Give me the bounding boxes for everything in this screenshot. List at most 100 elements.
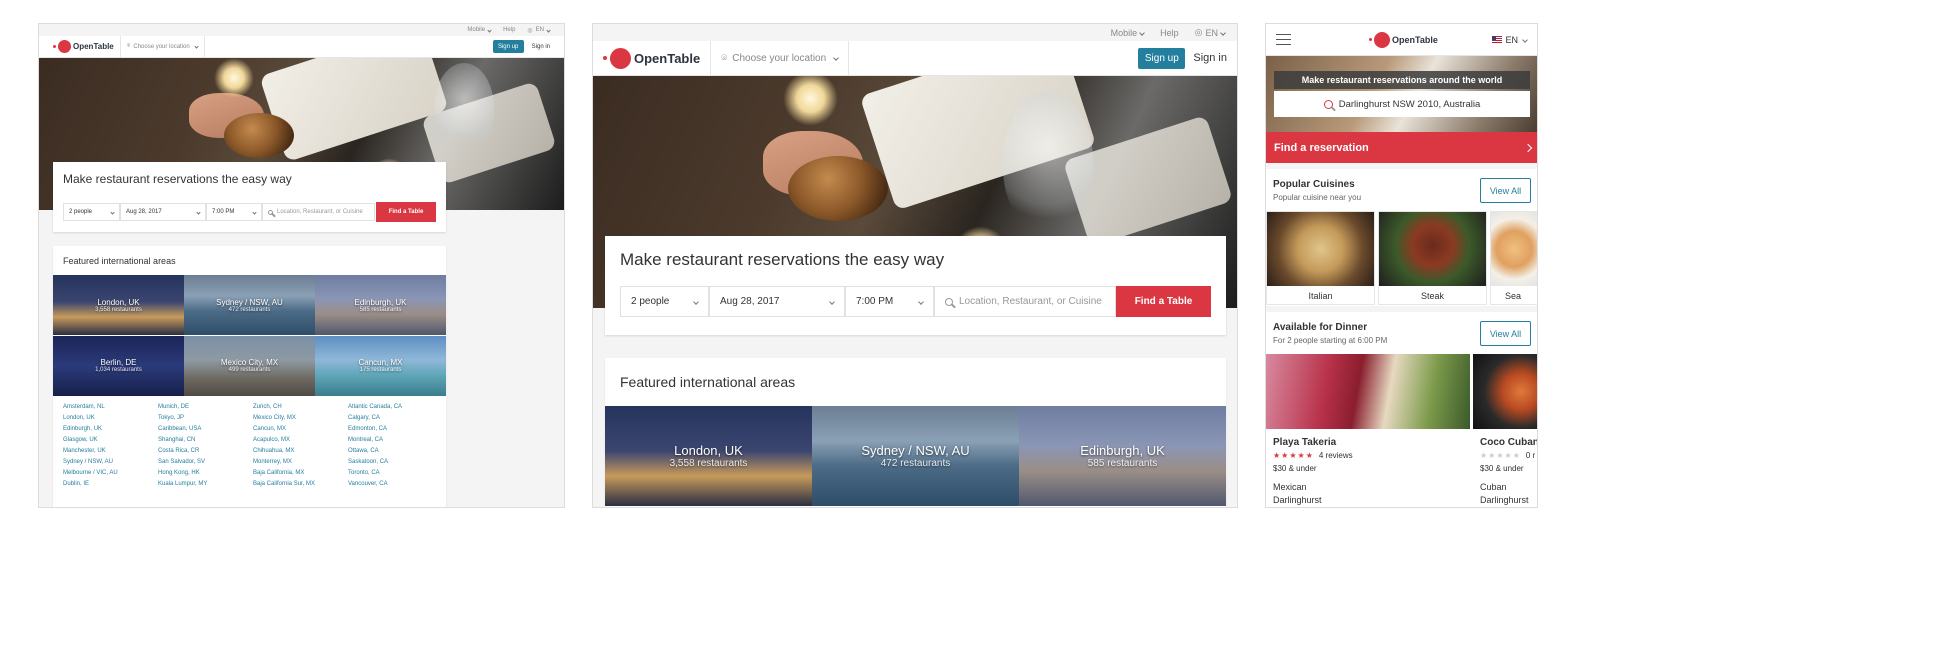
cuisine-image: [1491, 212, 1537, 286]
area-link[interactable]: Edinburgh, UK: [63, 426, 158, 432]
area-link[interactable]: Vancouver, CA: [348, 481, 443, 487]
area-link[interactable]: Toronto, CA: [348, 470, 443, 476]
area-link[interactable]: Munich, DE: [158, 404, 253, 410]
logo[interactable]: OpenTable: [1369, 31, 1438, 48]
globe-icon: ◎: [1194, 27, 1203, 37]
area-tile[interactable]: Edinburgh, UK 585 restaurants: [1019, 406, 1226, 506]
signup-button[interactable]: Sign up: [1138, 47, 1186, 69]
time-select[interactable]: 7:00 PM: [845, 286, 934, 317]
search-headline: Make restaurant reservations the easy wa…: [63, 172, 292, 186]
area-link[interactable]: Acapulco, MX: [253, 437, 348, 443]
mobile-header: OpenTable EN: [1266, 24, 1537, 56]
available-for-dinner: Available for Dinner For 2 people starti…: [1266, 312, 1537, 507]
cuisine-card[interactable]: Sea: [1490, 211, 1537, 305]
logo-dot-icon: [603, 56, 607, 60]
area-link[interactable]: Caribbean, USA: [158, 426, 253, 432]
area-link[interactable]: Baja California Sur, MX: [253, 481, 348, 487]
area-link[interactable]: Manchester, UK: [63, 448, 158, 454]
area-link[interactable]: Cancun, MX: [253, 426, 348, 432]
area-link[interactable]: Calgary, CA: [348, 415, 443, 421]
area-link[interactable]: Saskatoon, CA: [348, 459, 443, 465]
find-table-button[interactable]: Find a Table: [376, 202, 436, 222]
utility-bar: Mobile Help ◎ EN: [39, 24, 564, 36]
restaurant-card[interactable]: Playa Takeria ★★★★★ 4 reviews $30 & unde…: [1266, 354, 1470, 507]
area-link[interactable]: Edmonton, CA: [348, 426, 443, 432]
search-input[interactable]: Location, Restaurant, or Cuisine: [934, 286, 1116, 317]
area-link[interactable]: Shanghai, CN: [158, 437, 253, 443]
restaurant-card[interactable]: Coco Cubano ★★★★★ 0 r $30 & under Cuban …: [1473, 354, 1537, 507]
search-card: Make restaurant reservations the easy wa…: [53, 162, 446, 232]
signin-link[interactable]: Sign in: [1193, 52, 1227, 64]
area-link[interactable]: Zurich, CH: [253, 404, 348, 410]
search-icon: [945, 297, 953, 306]
help-link[interactable]: Help: [503, 27, 515, 33]
mobile-hero: Make restaurant reservations around the …: [1266, 56, 1537, 132]
rating-stars: ★★★★★: [1273, 451, 1314, 460]
desktop-large-frame: Mobile Help ◎ EN OpenTable ⌾ Choose your …: [592, 23, 1238, 508]
area-link[interactable]: Monterrey, MX: [253, 459, 348, 465]
view-all-cuisines-button[interactable]: View All: [1480, 178, 1531, 203]
help-link[interactable]: Help: [1160, 28, 1179, 38]
logo-circle-icon: [610, 47, 631, 69]
cuisine-card[interactable]: Italian: [1266, 211, 1375, 305]
area-link[interactable]: Baja California, MX: [253, 470, 348, 476]
party-size-select[interactable]: 2 people: [63, 203, 120, 221]
area-tile[interactable]: London, UK 3,558 restaurants: [605, 406, 812, 506]
area-link[interactable]: Dublin, IE: [63, 481, 158, 487]
area-link[interactable]: London, UK: [63, 415, 158, 421]
view-all-dinner-button[interactable]: View All: [1480, 321, 1531, 346]
mobile-link[interactable]: Mobile: [467, 27, 492, 33]
language-select[interactable]: ◎ EN: [1194, 27, 1226, 38]
location-select[interactable]: ⌾ Choose your location: [119, 36, 205, 57]
signup-button[interactable]: Sign up: [492, 40, 524, 53]
area-link[interactable]: Glasgow, UK: [63, 437, 158, 443]
area-link[interactable]: Melbourne / VIC, AU: [63, 470, 158, 476]
time-select[interactable]: 7:00 PM: [206, 203, 262, 221]
search-input[interactable]: Location, Restaurant, or Cuisine: [262, 203, 375, 221]
language-select[interactable]: EN: [1492, 35, 1528, 45]
cuisine-card[interactable]: Steak: [1378, 211, 1487, 305]
area-link[interactable]: Kuala Lumpur, MY: [158, 481, 253, 487]
area-tile[interactable]: Berlin, DE 1,034 restaurants: [53, 335, 184, 396]
area-tile[interactable]: Cancun, MX 175 restaurants: [315, 335, 446, 396]
party-size-select[interactable]: 2 people: [620, 286, 709, 317]
popular-subtitle: Popular cuisine near you: [1273, 193, 1362, 202]
date-select[interactable]: Aug 28, 2017: [120, 203, 206, 221]
find-reservation-button[interactable]: Find a reservation: [1266, 132, 1537, 163]
area-tile[interactable]: Sydney / NSW, AU 472 restaurants: [812, 406, 1019, 506]
area-link[interactable]: Montreal, CA: [348, 437, 443, 443]
area-tile[interactable]: London, UK 3,558 restaurants: [53, 275, 184, 335]
date-select[interactable]: Aug 28, 2017: [709, 286, 845, 317]
area-link[interactable]: San Salvador, SV: [158, 459, 253, 465]
hamburger-icon[interactable]: [1276, 34, 1291, 45]
area-link[interactable]: Costa Rica, CR: [158, 448, 253, 454]
area-link[interactable]: Atlantic Canada, CA: [348, 404, 443, 410]
area-link[interactable]: Chihuahua, MX: [253, 448, 348, 454]
restaurant-name: Playa Takeria: [1273, 437, 1337, 448]
utility-bar: Mobile Help ◎ EN: [593, 24, 1237, 41]
featured-title: Featured international areas: [620, 374, 796, 390]
area-link[interactable]: Amsterdam, NL: [63, 404, 158, 410]
area-link[interactable]: Mexico City, MX: [253, 415, 348, 421]
area-tile[interactable]: Mexico City, MX 499 restaurants: [184, 335, 315, 396]
top-nav: OpenTable ⌾ Choose your location Sign up…: [39, 36, 564, 58]
featured-grid: London, UK 3,558 restaurants Sydney / NSW…: [605, 406, 1226, 507]
logo-dot-icon: [1369, 38, 1372, 41]
language-select[interactable]: ◎ EN: [527, 27, 551, 34]
area-link[interactable]: Hong Kong, HK: [158, 470, 253, 476]
area-link[interactable]: Tokyo, JP: [158, 415, 253, 421]
flag-icon: [1492, 36, 1503, 43]
area-link[interactable]: Ottawa, CA: [348, 448, 443, 454]
logo[interactable]: OpenTable: [603, 47, 700, 69]
area-tile[interactable]: Sydney / NSW, AU 472 restaurants: [184, 275, 315, 335]
search-icon: [268, 209, 273, 215]
find-table-button[interactable]: Find a Table: [1116, 286, 1211, 317]
area-tile[interactable]: Edinburgh, UK 585 restaurants: [315, 275, 446, 335]
mobile-location-input[interactable]: Darlinghurst NSW 2010, Australia: [1274, 91, 1530, 117]
mobile-link[interactable]: Mobile: [1111, 28, 1145, 38]
area-link[interactable]: Sydney / NSW, AU: [63, 459, 158, 465]
signin-link[interactable]: Sign in: [532, 44, 550, 50]
location-select[interactable]: ⌾ Choose your location: [710, 41, 850, 75]
logo[interactable]: OpenTable: [53, 40, 114, 53]
mobile-banner: Make restaurant reservations around the …: [1274, 71, 1530, 89]
